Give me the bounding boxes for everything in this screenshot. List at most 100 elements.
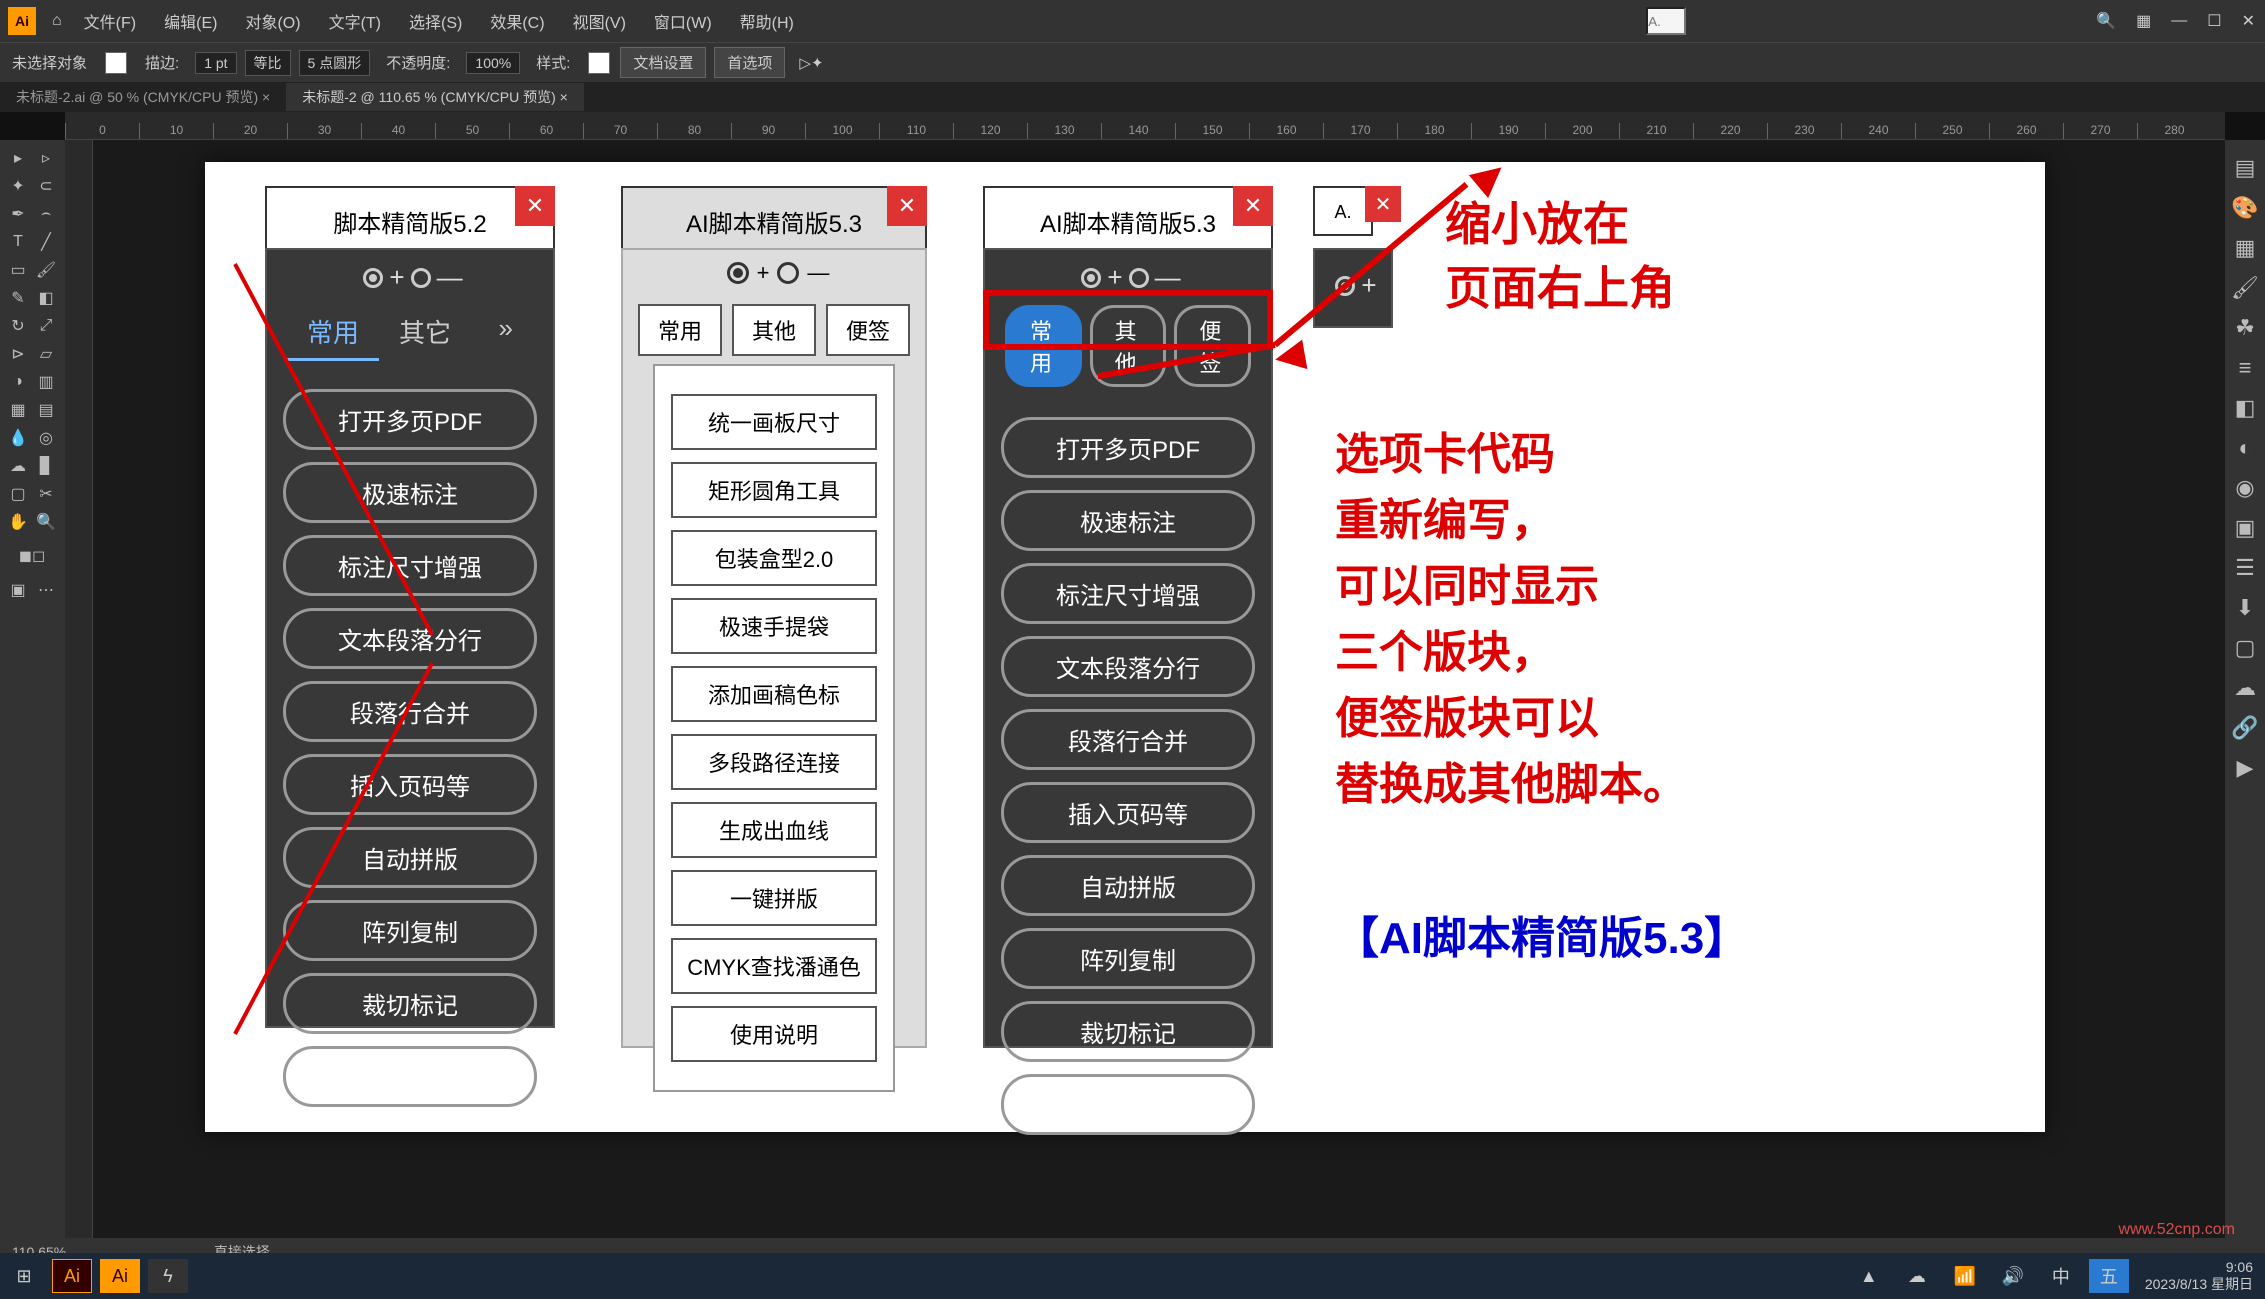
panel53dark-radio-2[interactable] [1129, 268, 1149, 288]
asset-export-icon[interactable]: ⬇ [2227, 588, 2263, 628]
stroke-panel-icon[interactable]: ≡ [2227, 348, 2263, 388]
symbols-panel-icon[interactable]: ☘ [2227, 308, 2263, 348]
menu-effect[interactable]: 效果(C) [476, 9, 558, 33]
rotate-tool[interactable]: ↻ [4, 312, 32, 340]
panel53light-btn-8[interactable]: CMYK查找潘通色 [671, 938, 877, 994]
header-search[interactable] [1646, 7, 1686, 35]
panel53light-btn-0[interactable]: 统一画板尺寸 [671, 394, 877, 450]
arrange-icon[interactable]: ▦ [2126, 11, 2161, 31]
eyedropper-tool[interactable]: 💧 [4, 424, 32, 452]
style-swatch[interactable] [588, 52, 610, 74]
panel53light-tab-other[interactable]: 其他 [732, 304, 816, 356]
corner-dropdown[interactable]: 5 点圆形 [299, 50, 371, 76]
gradient-panel-icon[interactable]: ◧ [2227, 388, 2263, 428]
close-tab-icon[interactable]: × [262, 89, 270, 105]
panel53dark-btn-9[interactable]: 印前角线 [1001, 1074, 1255, 1135]
shaper-tool[interactable]: ✎ [4, 284, 32, 312]
panel52-radio-1[interactable] [363, 268, 383, 288]
magic-wand-tool[interactable]: ✦ [4, 172, 32, 200]
direct-select-tool[interactable]: ▹ [32, 144, 60, 172]
stroke-width-input[interactable]: 1 pt [195, 52, 236, 74]
panel53light-btn-3[interactable]: 极速手提袋 [671, 598, 877, 654]
panel53light-btn-1[interactable]: 矩形圆角工具 [671, 462, 877, 518]
menu-edit[interactable]: 编辑(E) [150, 9, 231, 33]
tray-icon-1[interactable]: ▲ [1849, 1259, 1889, 1293]
artboard[interactable]: 脚本精简版5.2 ✕ + — 常用 其它 » 打开多页PDF 极速标注 标注尺寸… [205, 162, 2045, 1132]
blend-tool[interactable]: ◎ [32, 424, 60, 452]
shape-builder-tool[interactable]: ◑ [4, 368, 32, 396]
home-icon[interactable]: ⌂ [52, 12, 62, 30]
menu-object[interactable]: 对象(O) [231, 9, 314, 33]
panel53light-radio-1[interactable] [727, 262, 749, 284]
slice-tool[interactable]: ✂ [32, 480, 60, 508]
gradient-tool[interactable]: ▤ [32, 396, 60, 424]
fill-swatch[interactable] [105, 52, 127, 74]
panel53dark-btn-1[interactable]: 极速标注 [1001, 490, 1255, 551]
panel52-btn-9[interactable]: 印前角线 [283, 1046, 537, 1107]
panel53dark-btn-7[interactable]: 阵列复制 [1001, 928, 1255, 989]
panel52-btn-7[interactable]: 阵列复制 [283, 900, 537, 961]
maximize-icon[interactable]: ☐ [2197, 11, 2231, 31]
width-tool[interactable]: ⊳ [4, 340, 32, 368]
panel52-more[interactable]: » [479, 305, 533, 361]
minimize-icon[interactable]: — [2161, 12, 2197, 30]
curvature-tool[interactable]: ⌢ [32, 200, 60, 228]
panel53light-btn-5[interactable]: 多段路径连接 [671, 734, 877, 790]
panel52-radio-2[interactable] [411, 268, 431, 288]
panel53light-tab-common[interactable]: 常用 [638, 304, 722, 356]
appearance-panel-icon[interactable]: ◉ [2227, 468, 2263, 508]
mesh-tool[interactable]: ▦ [4, 396, 32, 424]
doc-setup-button[interactable]: 文档设置 [620, 47, 706, 78]
start-button[interactable]: ⊞ [4, 1259, 44, 1293]
libraries-panel-icon[interactable]: ☁ [2227, 668, 2263, 708]
lasso-tool[interactable]: ⊂ [32, 172, 60, 200]
panel52-btn-5[interactable]: 插入页码等 [283, 754, 537, 815]
panel53light-close[interactable]: ✕ [887, 186, 927, 226]
panel52-btn-8[interactable]: 裁切标记 [283, 973, 537, 1034]
align-icon[interactable]: ▷✦ [789, 54, 833, 72]
panel53light-btn-6[interactable]: 生成出血线 [671, 802, 877, 858]
tray-volume-icon[interactable]: 🔊 [1993, 1259, 2033, 1293]
panel53dark-btn-5[interactable]: 插入页码等 [1001, 782, 1255, 843]
transparency-panel-icon[interactable]: ◐ [2227, 428, 2263, 468]
panel52-btn-6[interactable]: 自动拼版 [283, 827, 537, 888]
panel52-tab-other[interactable]: 其它 [379, 305, 471, 361]
mini-close[interactable]: ✕ [1365, 186, 1401, 222]
taskbar-ai-2[interactable]: Ai [100, 1259, 140, 1293]
panel53dark-btn-3[interactable]: 文本段落分行 [1001, 636, 1255, 697]
menu-help[interactable]: 帮助(H) [726, 9, 808, 33]
panel53dark-btn-8[interactable]: 裁切标记 [1001, 1001, 1255, 1062]
panel53light-btn-9[interactable]: 使用说明 [671, 1006, 877, 1062]
panel53dark-btn-6[interactable]: 自动拼版 [1001, 855, 1255, 916]
panel53dark-btn-4[interactable]: 段落行合并 [1001, 709, 1255, 770]
line-tool[interactable]: ╱ [32, 228, 60, 256]
menu-type[interactable]: 文字(T) [315, 9, 395, 33]
scale-tool[interactable]: ⤢ [32, 312, 60, 340]
color-panel-icon[interactable]: 🎨 [2227, 188, 2263, 228]
panel53light-btn-4[interactable]: 添加画稿色标 [671, 666, 877, 722]
properties-panel-icon[interactable]: ▤ [2227, 148, 2263, 188]
tray-icon-2[interactable]: ☁ [1897, 1259, 1937, 1293]
panel53dark-close[interactable]: ✕ [1233, 186, 1273, 226]
pen-tool[interactable]: ✒ [4, 200, 32, 228]
panel52-btn-2[interactable]: 标注尺寸增强 [283, 535, 537, 596]
panel53light-btn-2[interactable]: 包装盒型2.0 [671, 530, 877, 586]
menu-file[interactable]: 文件(F) [70, 9, 150, 33]
graph-tool[interactable]: ▊ [32, 452, 60, 480]
panel53light-btn-7[interactable]: 一键拼版 [671, 870, 877, 926]
zoom-tool[interactable]: 🔍 [32, 508, 60, 536]
search-icon[interactable]: 🔍 [2086, 11, 2126, 31]
preferences-button[interactable]: 首选项 [714, 47, 785, 78]
artboard-tool[interactable]: ▢ [4, 480, 32, 508]
graphic-styles-icon[interactable]: ▣ [2227, 508, 2263, 548]
panel53light-tab-notes[interactable]: 便签 [826, 304, 910, 356]
tray-ime-icon[interactable]: 中 [2041, 1259, 2081, 1293]
panel52-btn-0[interactable]: 打开多页PDF [283, 389, 537, 450]
play-icon[interactable]: ▶ [2227, 748, 2263, 788]
free-transform-tool[interactable]: ▱ [32, 340, 60, 368]
fill-stroke-control[interactable]: ◼◻ [4, 536, 60, 576]
taskbar-app-3[interactable]: ϟ [148, 1259, 188, 1293]
type-tool[interactable]: T [4, 228, 32, 256]
panel53dark-btn-2[interactable]: 标注尺寸增强 [1001, 563, 1255, 624]
panel52-close[interactable]: ✕ [515, 186, 555, 226]
